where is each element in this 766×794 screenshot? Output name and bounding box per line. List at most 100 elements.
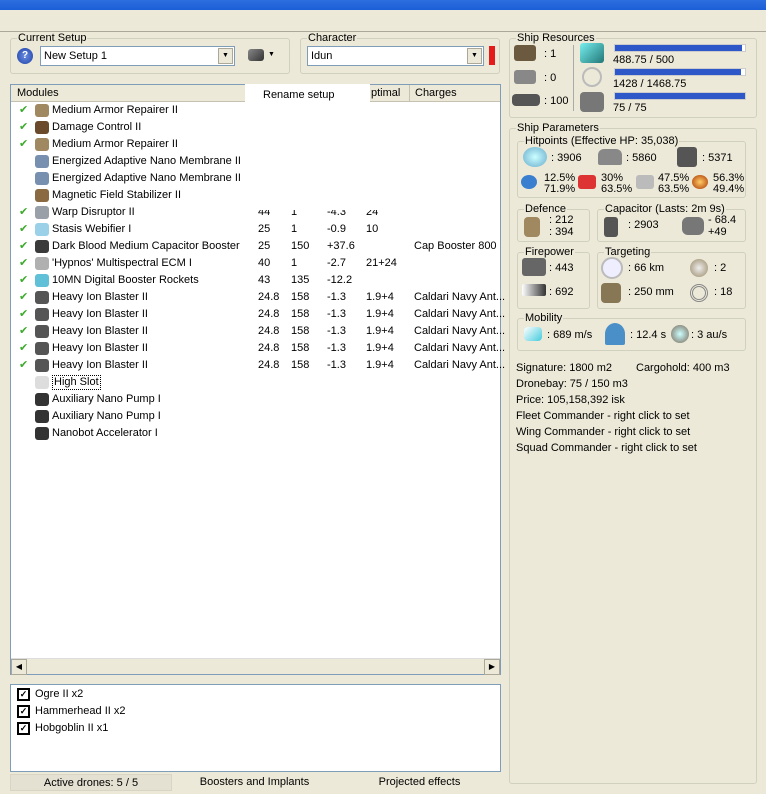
module-row[interactable]: ✔ Heavy Ion Blaster II 24.8 158 -1.3 1.9+4 Cal…	[11, 306, 505, 323]
ship-icon[interactable]	[248, 49, 264, 61]
active-check-icon[interactable]: ✔	[19, 204, 28, 221]
active-check-icon[interactable]: ✔	[19, 221, 28, 238]
module-row[interactable]: ✔ Heavy Ion Blaster II 24.8 158 -1.3 1.9+4 Cal…	[11, 289, 505, 306]
module-icon	[35, 104, 49, 117]
module-row[interactable]: ✔ Dark Blood Medium Capacitor Booster 25 15…	[11, 238, 500, 255]
menu-shadow	[245, 102, 498, 210]
cpu-icon	[580, 43, 604, 63]
firepower-label: Firepower	[524, 246, 575, 258]
align-time: : 12.4 s	[630, 329, 667, 341]
defence-value-2: : 394	[549, 226, 574, 238]
drone-bandwidth-icon	[580, 92, 604, 112]
module-name: Warp Disruptor II	[52, 206, 135, 218]
character-select[interactable]: Idun ▼	[307, 46, 484, 66]
module-cpu: 24.8	[258, 325, 280, 337]
help-icon[interactable]: ?	[17, 48, 33, 64]
chevron-down-icon[interactable]: ▼	[218, 48, 233, 64]
scroll-right-icon[interactable]: ▶	[484, 659, 500, 675]
module-charge: Caldari Navy Ant...	[414, 359, 506, 371]
em-armor-resist: 71.9%	[544, 183, 576, 195]
module-name: Dark Blood Medium Capacitor Booster	[52, 240, 240, 252]
capacitor-recharge: +49	[708, 226, 727, 238]
defence-value-1: : 212	[549, 214, 574, 226]
fleet-commander[interactable]: Fleet Commander - right click to set	[516, 410, 690, 422]
module-icon	[35, 427, 49, 440]
drone-bandwidth-bar	[614, 92, 746, 100]
module-icon	[35, 240, 49, 253]
module-icon	[35, 393, 49, 406]
module-icon	[35, 308, 49, 321]
setup-value: New Setup 1	[44, 50, 107, 62]
tab-active-drones[interactable]: Active drones: 5 / 5	[10, 774, 172, 791]
module-row[interactable]: ✔ Heavy Ion Blaster II 24.8 158 -1.3 1.9+4 Cal…	[11, 340, 505, 357]
module-row[interactable]: ✔ Heavy Ion Blaster II 24.8 158 -1.3 1.9+4 Cal…	[11, 357, 505, 374]
module-row[interactable]: ✔ Stasis Webifier I 25 1 -0.9 10	[11, 221, 500, 238]
module-powergrid: 135	[291, 274, 310, 286]
module-name: Medium Armor Repairer II	[52, 104, 178, 116]
title-bar	[0, 0, 766, 10]
module-row[interactable]: High Slot	[11, 374, 500, 391]
drone-item[interactable]: ✓ Ogre II x2	[11, 686, 500, 703]
drone-item[interactable]: ✓ Hobgoblin II x1	[11, 720, 500, 737]
drone-checkbox[interactable]: ✓	[17, 705, 30, 718]
module-charge: Caldari Navy Ant...	[414, 342, 506, 354]
module-cpu: 25	[258, 223, 271, 235]
active-check-icon[interactable]: ✔	[19, 238, 28, 255]
header-modules[interactable]: Modules	[17, 87, 59, 99]
module-charge: Caldari Navy Ant...	[414, 291, 506, 303]
header-charges[interactable]: Charges	[409, 85, 457, 102]
module-name: High Slot	[52, 375, 101, 390]
drone-checkbox[interactable]: ✓	[17, 688, 30, 701]
drones-list[interactable]: ✓ Ogre II x2 ✓ Hammerhead II x2 ✓ Hobgoblin I…	[10, 684, 501, 772]
active-check-icon[interactable]: ✔	[19, 136, 28, 153]
module-icon	[35, 138, 49, 151]
capacitor-icon	[604, 217, 618, 237]
chevron-down-icon[interactable]: ▼	[467, 48, 482, 64]
active-check-icon[interactable]: ✔	[19, 102, 28, 119]
active-check-icon[interactable]: ✔	[19, 323, 28, 340]
module-name: Auxiliary Nano Pump I	[52, 410, 161, 422]
module-row[interactable]: Nanobot Accelerator I	[11, 425, 500, 442]
active-check-icon[interactable]: ✔	[19, 357, 28, 374]
module-powergrid: 150	[291, 240, 310, 252]
module-name: Heavy Ion Blaster II	[52, 342, 148, 354]
drone-checkbox[interactable]: ✓	[17, 722, 30, 735]
drone-item[interactable]: ✓ Hammerhead II x2	[11, 703, 500, 720]
active-check-icon[interactable]: ✔	[19, 255, 28, 272]
tab-projected-effects[interactable]: Projected effects	[337, 774, 502, 791]
active-check-icon[interactable]: ✔	[19, 289, 28, 306]
module-row[interactable]: ✔ 10MN Digital Booster Rockets 43 135 -12.2	[11, 272, 500, 289]
module-powergrid: 1	[291, 257, 298, 269]
module-row[interactable]: Auxiliary Nano Pump I	[11, 408, 500, 425]
structure-hp: : 5371	[702, 152, 733, 164]
wing-commander[interactable]: Wing Commander - right click to set	[516, 426, 690, 438]
targeting-range: : 66 km	[628, 262, 665, 274]
warp-speed-icon	[671, 325, 689, 343]
module-cpu: 24.8	[258, 359, 280, 371]
module-icon	[35, 359, 49, 372]
active-check-icon[interactable]: ✔	[19, 340, 28, 357]
module-cpu: 25	[258, 240, 271, 252]
module-name: Auxiliary Nano Pump I	[52, 393, 161, 405]
turret-hardpoint-icon	[514, 45, 536, 61]
repair-icon	[524, 217, 540, 237]
tab-boosters-implants[interactable]: Boosters and Implants	[172, 774, 337, 791]
active-check-icon[interactable]: ✔	[19, 119, 28, 136]
module-row[interactable]: ✔ Heavy Ion Blaster II 24.8 158 -1.3 1.9+4 Cal…	[11, 323, 505, 340]
module-name: Energized Adaptive Nano Membrane II	[52, 172, 241, 184]
ship-menu-chevron-icon[interactable]: ▼	[268, 51, 275, 58]
header-optimal[interactable]: ptimal	[371, 87, 400, 99]
module-cap-use: -1.3	[327, 308, 346, 320]
active-check-icon[interactable]: ✔	[19, 306, 28, 323]
turret-dps-icon	[522, 258, 546, 276]
squad-commander[interactable]: Squad Commander - right click to set	[516, 442, 697, 454]
module-row[interactable]: Auxiliary Nano Pump I	[11, 391, 500, 408]
scroll-left-icon[interactable]: ◀	[11, 659, 27, 675]
active-check-icon[interactable]: ✔	[19, 272, 28, 289]
horizontal-scrollbar[interactable]: ◀ ▶	[11, 658, 500, 675]
hitpoints-label: Hitpoints (Effective HP: 35,038)	[524, 135, 680, 147]
module-name: Heavy Ion Blaster II	[52, 308, 148, 320]
menu-item-rename-setup[interactable]: Rename setup	[263, 89, 335, 101]
setup-select[interactable]: New Setup 1 ▼	[40, 46, 235, 66]
module-row[interactable]: ✔ 'Hypnos' Multispectral ECM I 40 1 -2.7 21+2…	[11, 255, 500, 272]
